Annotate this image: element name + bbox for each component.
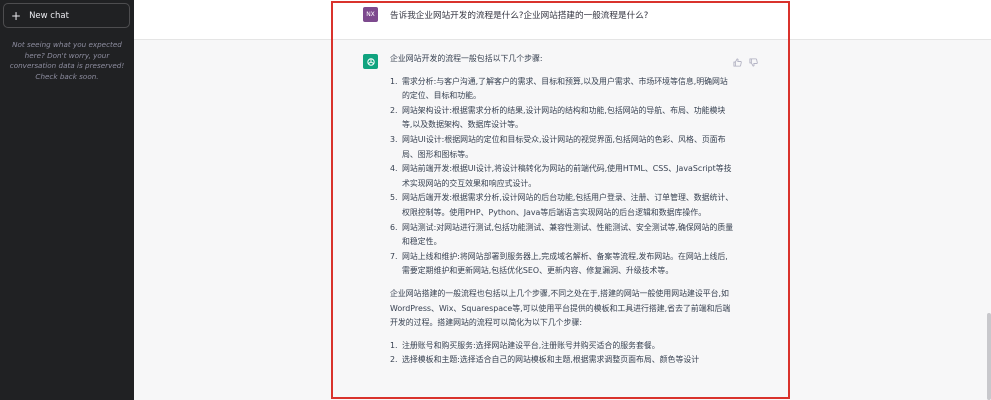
assistant-answer: 企业网站开发的流程一般包括以下几个步骤: 1. 需求分析:与客户沟通,了解客户的需… [390, 52, 735, 376]
assistant-message-row: 企业网站开发的流程一般包括以下几个步骤: 1. 需求分析:与客户沟通,了解客户的需… [134, 40, 991, 400]
list-item: 5. 网站后端开发:根据需求分析,设计网站的后台功能,包括用户登录、注册、订单管理… [390, 193, 734, 217]
user-message-row: NX 告诉我企业网站开发的流程是什么?企业网站搭建的一般流程是什么? [134, 0, 991, 40]
thumbs-down-button[interactable] [749, 52, 758, 71]
list-item: 1. 需求分析:与客户沟通,了解客户的需求、目标和预算,以及用户需求、市场环境等信… [390, 76, 728, 101]
steps-list: 1. 需求分析:与客户沟通,了解客户的需求、目标和预算,以及用户需求、市场环境等信… [390, 75, 735, 279]
answer-paragraph: 企业网站搭建的一般流程也包括以上几个步骤,不同之处在于,搭建的网站一般使用网站建… [390, 288, 731, 328]
assistant-avatar [363, 54, 378, 69]
list-item: 1. 注册账号和购买服务:选择网站建设平台,注册账号并购买适合的服务套餐。 [390, 340, 660, 350]
chat-main: NX 告诉我企业网站开发的流程是什么?企业网站搭建的一般流程是什么? 企业网站开… [134, 0, 991, 400]
list-item: 3. 网站UI设计:根据网站的定位和目标受众,设计网站的视觉界面,包括网站的色彩、… [390, 134, 726, 159]
plus-icon: + [11, 8, 22, 23]
answer-intro: 企业网站开发的流程一般包括以下几个步骤: [390, 54, 543, 63]
new-chat-button[interactable]: + New chat [3, 3, 130, 28]
feedback-buttons [733, 52, 758, 71]
list-item: 6. 网站测试:对网站进行测试,包括功能测试、兼容性测试、性能测试、安全测试等,确… [390, 222, 734, 247]
sidebar: + New chat Not seeing what you expected … [0, 0, 134, 400]
list-item: 2. 网站架构设计:根据需求分析的结果,设计网站的结构和功能,包括网站的导航、布局… [390, 105, 726, 130]
steps-list-2: 1. 注册账号和购买服务:选择网站建设平台,注册账号并购买适合的服务套餐。 2. 选… [390, 339, 735, 368]
list-item: 4. 网站前端开发:根据UI设计,将设计稿转化为网站的前端代码,使用HTML、CS… [390, 164, 732, 188]
user-avatar: NX [363, 7, 378, 22]
sidebar-notice: Not seeing what you expected here? Don't… [9, 40, 125, 81]
list-item: 2. 选择模板和主题:选择适合自己的网站模板和主题,根据需求调整页面布局、颜色等设… [390, 355, 700, 365]
thumbs-down-icon [749, 58, 758, 67]
scrollbar-thumb[interactable] [987, 313, 991, 400]
openai-logo-icon [366, 57, 375, 66]
list-item: 7. 网站上线和维护:将网站部署到服务器上,完成域名解析、备案等流程,发布网站。在… [390, 251, 728, 276]
new-chat-label: New chat [29, 10, 69, 21]
user-message-text: 告诉我企业网站开发的流程是什么?企业网站搭建的一般流程是什么? [390, 11, 649, 21]
